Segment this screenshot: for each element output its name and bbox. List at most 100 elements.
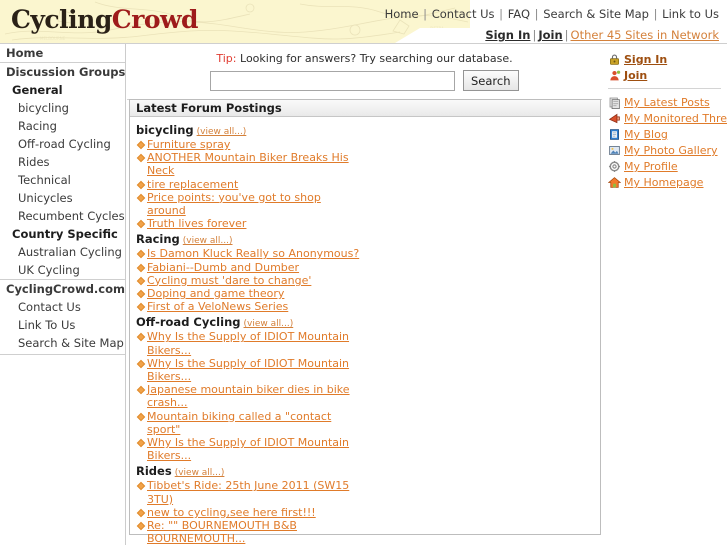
sidebar-link[interactable]: Recumbent Cycles [18,209,125,223]
forum-post-link[interactable]: Why Is the Supply of IDIOT Mountain Bike… [147,357,349,383]
right-sidebar-row[interactable]: My Homepage [607,175,727,190]
sidebar-link[interactable]: Racing [18,119,57,133]
right-sidebar-link[interactable]: My Photo Gallery [624,144,718,157]
sidebar-link[interactable]: CyclingCrowd.com [6,282,125,296]
sidebar-item-recumbent-cycles[interactable]: Recumbent Cycles [0,207,125,225]
right-sidebar-link[interactable]: My Latest Posts [624,96,710,109]
view-all-link[interactable]: (view all...) [175,468,225,478]
right-sidebar-row[interactable]: My Profile [607,159,727,174]
forum-post-link[interactable]: Re: "" BOURNEMOUTH B&B BOURNEMOUTH... [147,519,297,545]
topnav-contact-us[interactable]: Contact Us [432,7,495,21]
forum-post-link[interactable]: Tibbet's Ride: 25th June 2011 (SW15 3TU) [147,479,349,505]
sidebar-link[interactable]: UK Cycling [18,263,80,277]
site-logo[interactable]: CyclingCrowd [11,5,199,34]
posts-icon [607,96,621,110]
sidebar-link[interactable]: Search & Site Map [18,336,124,350]
view-all-link[interactable]: (view all...) [244,319,294,329]
forum-post-link[interactable]: Japanese mountain biker dies in bike cra… [147,383,350,409]
sidebar-item-contact-us[interactable]: Contact Us [0,298,125,316]
sidebar-link[interactable]: Home [6,46,43,60]
topnav-home[interactable]: Home [385,7,419,21]
header-network-link[interactable]: Other 45 Sites in Network [571,28,719,42]
forum-post-link[interactable]: Truth lives forever [147,217,246,230]
right-sidebar-link[interactable]: My Blog [624,128,668,141]
sidebar-link[interactable]: Rides [18,155,50,169]
forum-group-header: Off-road Cycling (view all...) [136,315,362,329]
right-sidebar-row[interactable]: My Latest Posts [607,95,727,110]
sidebar-link[interactable]: Contact Us [18,300,81,314]
sidebar-item-search-site-map[interactable]: Search & Site Map [0,334,125,352]
header-join-link[interactable]: Join [538,28,562,42]
sidebar-item-off-road-cycling[interactable]: Off-road Cycling [0,135,125,153]
sidebar-item-unicycles[interactable]: Unicycles [0,189,125,207]
forum-post-link[interactable]: Doping and game theory [147,287,284,300]
view-all-link[interactable]: (view all...) [197,127,247,137]
forum-post-link[interactable]: Cycling must 'dare to change' [147,274,311,287]
forum-post-link[interactable]: ANOTHER Mountain Biker Breaks His Neck [147,151,349,177]
forum-group-header: Rides (view all...) [136,464,362,478]
forum-post-link[interactable]: Mountain biking called a "contact sport" [147,410,331,436]
lock-icon [607,53,621,67]
forum-post-link[interactable]: Furniture spray [147,138,230,151]
list-item: First of a VeloNews Series [136,300,362,313]
forum-group-name[interactable]: Rides [136,464,172,478]
sidebar-item-rides[interactable]: Rides [0,153,125,171]
right-sidebar-row[interactable]: My Blog [607,127,727,142]
right-sidebar-row[interactable]: My Monitored Threads [607,111,727,126]
forum-post-link[interactable]: new to cycling,see here first!!! [147,506,316,519]
site-header: MELBOURNE PIETRA CyclingCrowd Home | Con… [0,0,727,44]
search-row: Search [127,65,602,91]
topnav-link-to-us[interactable]: Link to Us [662,7,719,21]
topnav-separator: | [531,7,543,21]
sidebar-link[interactable]: Off-road Cycling [18,137,111,151]
sidebar-item-link-to-us[interactable]: Link To Us [0,316,125,334]
topnav-faq[interactable]: FAQ [508,7,530,21]
sidebar-item-cyclingcrowd-com[interactable]: CyclingCrowd.com [0,279,125,298]
list-item: Why Is the Supply of IDIOT Mountain Bike… [136,330,362,356]
right-sidebar-divider [608,88,721,89]
right-sidebar-row[interactable]: My Photo Gallery [607,143,727,158]
list-item: Price points: you've got to shop around [136,191,362,217]
sidebar-item-bicycling[interactable]: bicycling [0,99,125,117]
sidebar-link[interactable]: bicycling [18,101,69,115]
header-sign-in-link[interactable]: Sign In [485,28,530,42]
sidebar-link[interactable]: Australian Cycling [18,245,122,259]
sidebar-item-australian-cycling[interactable]: Australian Cycling [0,243,125,261]
forum-post-link[interactable]: Fabiani--Dumb and Dumber [147,261,299,274]
forum-group-name[interactable]: Off-road Cycling [136,315,241,329]
list-item: Re: "" BOURNEMOUTH B&B BOURNEMOUTH... [136,519,362,545]
right-sidebar-row[interactable]: Join [607,68,727,83]
forum-post-link[interactable]: Is Damon Kluck Really so Anonymous? [147,247,359,260]
forum-group-name[interactable]: Racing [136,232,180,246]
sidebar-link[interactable]: Unicycles [18,191,73,205]
search-button[interactable]: Search [462,70,519,91]
forum-post-link[interactable]: Why Is the Supply of IDIOT Mountain Bike… [147,330,349,356]
sidebar-link[interactable]: Discussion Groups [6,65,125,79]
forum-group-name[interactable]: bicycling [136,123,194,137]
sidebar-item-technical[interactable]: Technical [0,171,125,189]
topnav-separator: | [419,7,431,21]
right-sidebar-link[interactable]: My Monitored Threads [624,112,727,125]
forum-post-link[interactable]: First of a VeloNews Series [147,300,288,313]
sidebar-link[interactable]: Link To Us [18,318,75,332]
sidebar-item-discussion-groups[interactable]: Discussion Groups [0,62,125,81]
right-sidebar-link[interactable]: My Homepage [624,176,703,189]
topnav-search-site-map[interactable]: Search & Site Map [543,7,649,21]
view-all-link[interactable]: (view all...) [183,236,233,246]
right-sidebar-account-links: Sign In Join [607,52,727,83]
home-icon [607,176,621,190]
right-sidebar-link[interactable]: Join [624,69,647,82]
sidebar-item-home[interactable]: Home [0,44,125,62]
right-sidebar-link[interactable]: Sign In [624,53,667,66]
logo-text-primary: Cycling [11,5,112,34]
sidebar-item-uk-cycling[interactable]: UK Cycling [0,261,125,279]
forum-post-link[interactable]: Why Is the Supply of IDIOT Mountain Bike… [147,436,349,462]
forum-groups-grid: bicycling (view all...) Furniture spray ANO… [130,121,600,545]
right-sidebar-link[interactable]: My Profile [624,160,678,173]
sidebar-item-racing[interactable]: Racing [0,117,125,135]
right-sidebar-row[interactable]: Sign In [607,52,727,67]
sidebar-link[interactable]: Technical [18,173,71,187]
forum-post-link[interactable]: Price points: you've got to shop around [147,191,321,217]
search-input[interactable] [210,70,456,91]
forum-post-link[interactable]: tire replacement [147,178,238,191]
